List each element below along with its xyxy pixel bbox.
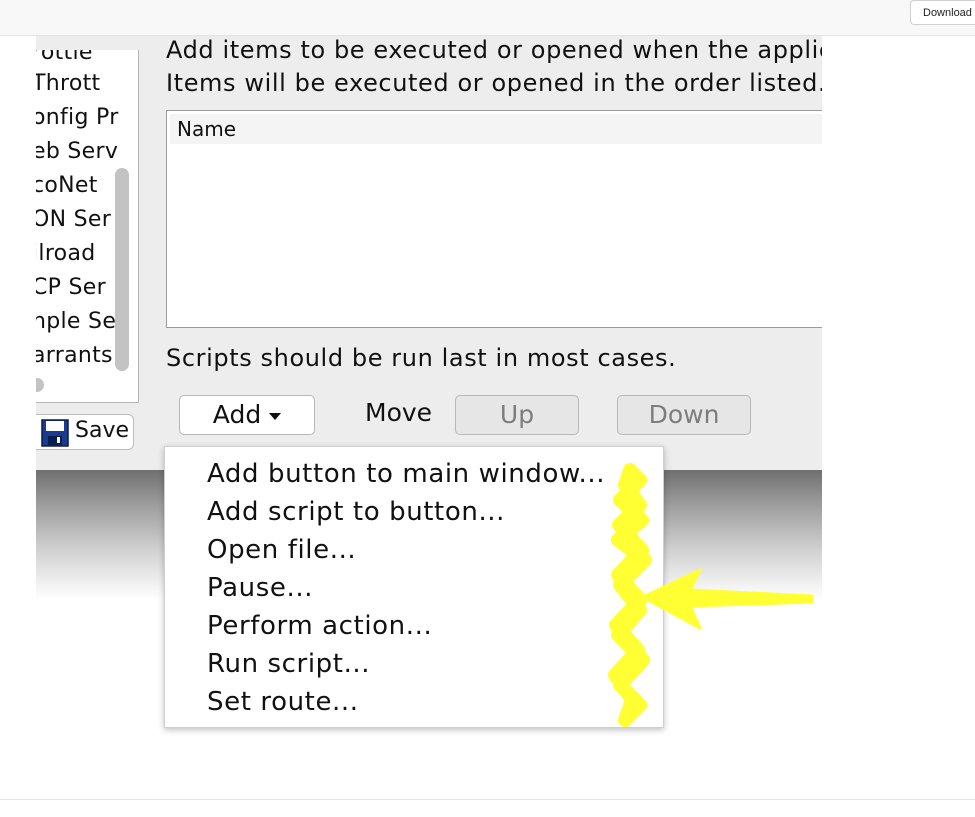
sidebar-item-throttles[interactable]: Thrott — [36, 71, 100, 96]
menu-item-open-file[interactable]: Open file... — [207, 535, 356, 565]
page-bottom-divider — [0, 799, 975, 800]
sidebar-item-simple-server[interactable]: nple Se — [36, 309, 116, 334]
sidebar-item-railroad[interactable]: ilroad — [36, 241, 96, 266]
menu-item-pause[interactable]: Pause... — [207, 573, 313, 603]
sidebar-item-throttle[interactable]: rottle — [36, 50, 93, 65]
sidebar-item-web-server[interactable]: eb Serv — [36, 139, 118, 164]
caret-down-icon — [269, 412, 282, 420]
menu-item-run-script[interactable]: Run script... — [207, 649, 370, 679]
save-button[interactable]: Save — [36, 414, 134, 450]
move-down-button[interactable]: Down — [617, 395, 751, 435]
preferences-sidebar[interactable]: rottle Thrott onfig Pr eb Serv coNet ON … — [36, 50, 139, 403]
description-line-1: Add items to be executed or opened when … — [166, 36, 822, 64]
move-label: Move — [365, 398, 433, 427]
startup-preferences-window: rottle Thrott onfig Pr eb Serv coNet ON … — [36, 36, 822, 470]
floppy-disk-icon — [41, 419, 69, 447]
menu-item-add-script-to-button[interactable]: Add script to button... — [207, 497, 505, 527]
add-dropdown-button[interactable]: Add — [179, 395, 315, 435]
add-button-label: Add — [212, 400, 262, 429]
sidebar-item-config-profiles[interactable]: onfig Pr — [36, 105, 119, 130]
browser-toolbar: Download — [0, 0, 975, 36]
column-header-name[interactable]: Name — [170, 114, 822, 144]
add-dropdown-menu: Add button to main window... Add script … — [164, 446, 664, 728]
sidebar-item-tcp-server[interactable]: CP Ser — [36, 275, 106, 300]
menu-item-set-route[interactable]: Set route... — [207, 687, 359, 717]
sidebar-item-loconet[interactable]: coNet — [36, 173, 98, 198]
scripts-note: Scripts should be run last in most cases… — [166, 344, 677, 372]
menu-item-add-button-to-main-window[interactable]: Add button to main window... — [207, 459, 605, 489]
sidebar-item-json-server[interactable]: ON Ser — [36, 207, 111, 232]
menu-item-perform-action[interactable]: Perform action... — [207, 611, 432, 641]
description-line-2: Items will be executed or opened in the … — [166, 69, 822, 97]
startup-items-table[interactable]: Name — [166, 110, 822, 328]
move-up-button[interactable]: Up — [455, 395, 579, 435]
sidebar-horizontal-scrollbar[interactable] — [36, 378, 44, 392]
sidebar-vertical-scrollbar[interactable] — [115, 168, 129, 371]
save-button-label: Save — [75, 418, 130, 443]
download-button[interactable]: Download — [910, 0, 975, 25]
sidebar-item-warrants[interactable]: arrants — [36, 343, 113, 368]
